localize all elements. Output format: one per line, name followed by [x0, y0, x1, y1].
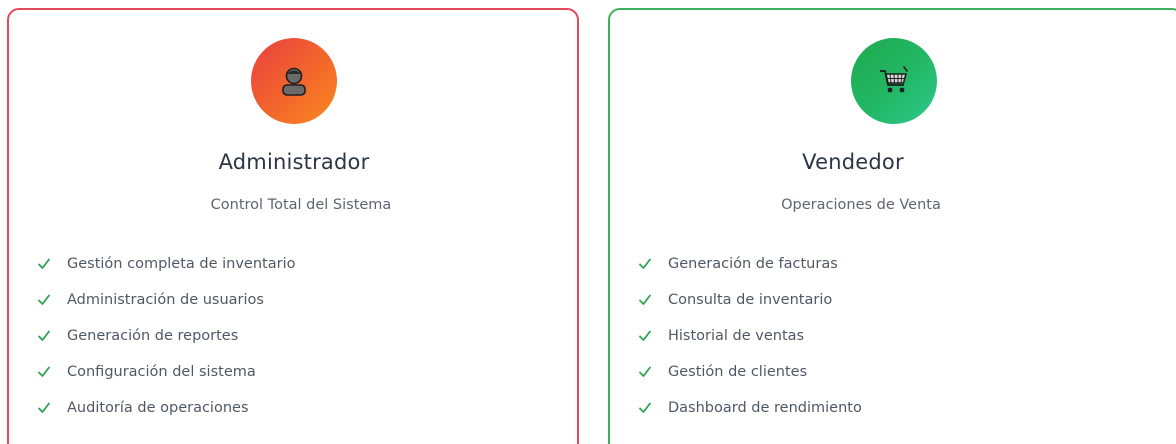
feature-item: Administración de usuarios [37, 282, 295, 318]
role-card-vendedor[interactable]: Vendedor Operaciones de Venta Generación… [608, 8, 1176, 444]
check-icon [38, 258, 50, 269]
feature-label: Dashboard de rendimiento [668, 400, 862, 416]
feature-label: Configuración del sistema [67, 364, 256, 380]
administrador-icon-badge [251, 38, 337, 124]
vendedor-icon-badge [851, 38, 937, 124]
person-icon [282, 67, 306, 96]
check-icon [38, 330, 50, 341]
feature-item: Gestión de clientes [638, 354, 862, 390]
check-icon [639, 366, 651, 377]
feature-item: Gestión completa de inventario [37, 246, 295, 282]
feature-item: Auditoría de operaciones [37, 390, 295, 426]
feature-item: Configuración del sistema [37, 354, 295, 390]
shopping-cart-icon [880, 66, 908, 93]
feature-item: Generación de reportes [37, 318, 295, 354]
feature-item: Dashboard de rendimiento [638, 390, 862, 426]
role-subtitle: Control Total del Sistema [210, 197, 392, 213]
check-icon [38, 366, 50, 377]
check-icon [38, 294, 50, 305]
feature-label: Gestión de clientes [668, 364, 808, 380]
feature-item: Consulta de inventario [638, 282, 862, 318]
check-icon [639, 258, 651, 269]
check-icon [639, 294, 651, 305]
feature-label: Consulta de inventario [668, 292, 833, 308]
feature-label: Administración de usuarios [67, 292, 264, 308]
feature-label: Generación de reportes [67, 328, 239, 344]
role-title: Vendedor [802, 150, 904, 174]
feature-label: Auditoría de operaciones [67, 400, 249, 416]
role-title: Administrador [218, 150, 370, 174]
feature-label: Historial de ventas [668, 328, 805, 344]
feature-list: Generación de facturas Consulta de inven… [638, 246, 862, 426]
feature-item: Generación de facturas [638, 246, 862, 282]
role-selection: Administrador Control Total del Sistema … [0, 0, 1176, 444]
feature-label: Generación de facturas [668, 256, 838, 272]
check-icon [38, 402, 50, 413]
feature-item: Historial de ventas [638, 318, 862, 354]
role-card-administrador[interactable]: Administrador Control Total del Sistema … [7, 8, 579, 444]
feature-list: Gestión completa de inventario Administr… [37, 246, 295, 426]
role-subtitle: Operaciones de Venta [781, 197, 941, 213]
check-icon [639, 402, 651, 413]
check-icon [639, 330, 651, 341]
feature-label: Gestión completa de inventario [67, 256, 296, 272]
